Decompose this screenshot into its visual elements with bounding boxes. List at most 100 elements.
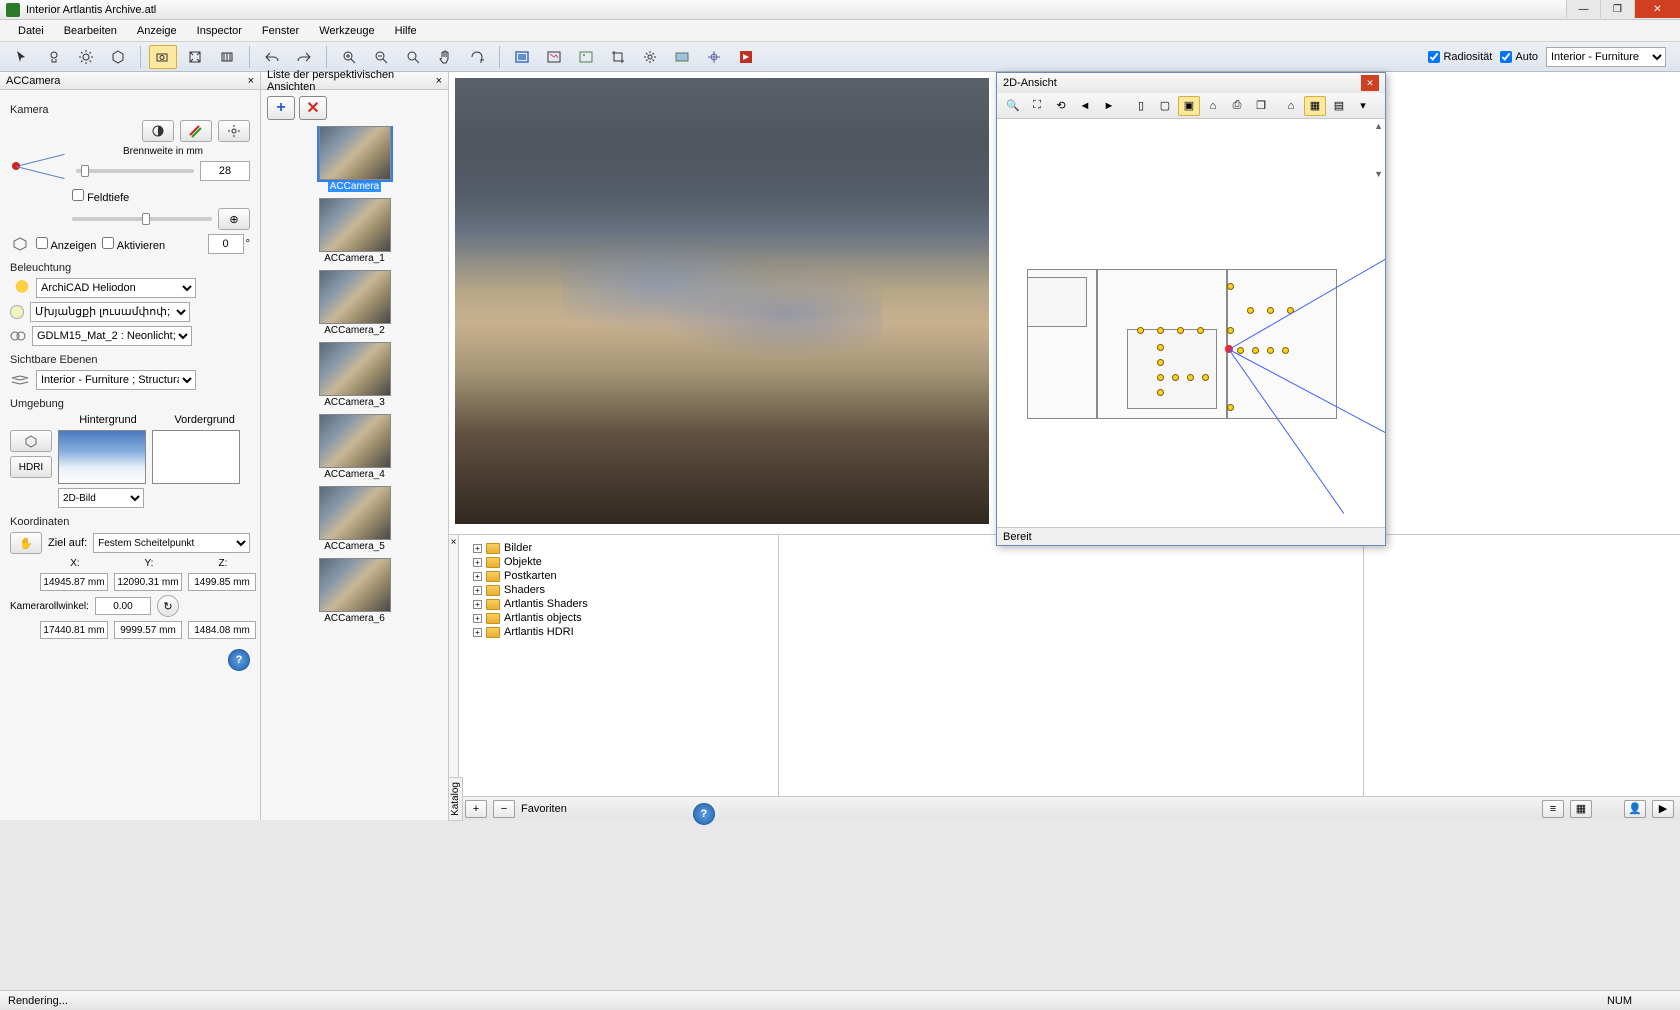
expand-icon[interactable]: +: [473, 628, 482, 637]
view-list-button[interactable]: ≡: [1542, 800, 1564, 818]
fav-add-button[interactable]: +: [465, 800, 487, 818]
menu-inspector[interactable]: Inspector: [187, 22, 252, 40]
view-item[interactable]: ACCamera: [271, 126, 438, 192]
view-item[interactable]: ACCamera_1: [271, 198, 438, 264]
preview-person-button[interactable]: 👤: [1624, 800, 1646, 818]
tree-item[interactable]: +Objekte: [465, 555, 772, 569]
menu-anzeige[interactable]: Anzeige: [127, 22, 187, 40]
2d-more-button[interactable]: ▾: [1352, 96, 1374, 116]
2d-view-button[interactable]: ▣: [1178, 96, 1200, 116]
background-thumb[interactable]: [58, 430, 146, 484]
expand-icon[interactable]: +: [473, 586, 482, 595]
2d-overlay-button[interactable]: ▦: [1304, 96, 1326, 116]
2d-view-titlebar[interactable]: 2D-Ansicht ✕: [997, 73, 1385, 93]
close-button[interactable]: ✕: [1634, 0, 1680, 18]
settings-button[interactable]: [636, 45, 664, 69]
color-button[interactable]: [180, 120, 212, 142]
tree-item[interactable]: +Artlantis objects: [465, 611, 772, 625]
2d-grid-button[interactable]: ▤: [1328, 96, 1350, 116]
2d-home-button[interactable]: ⌂: [1202, 96, 1224, 116]
radiosity-checkbox[interactable]: Radiosität: [1428, 51, 1492, 63]
target-select[interactable]: Festem Scheitelpunkt: [93, 533, 250, 553]
dof-target-button[interactable]: ⊕: [218, 208, 250, 230]
undo-button[interactable]: [258, 45, 286, 69]
show-checkbox[interactable]: Anzeigen: [36, 237, 96, 252]
batch-render-button[interactable]: [732, 45, 760, 69]
hdri-button[interactable]: HDRI: [10, 456, 52, 478]
foreground-thumb[interactable]: [152, 430, 240, 484]
camera-panel-close[interactable]: ×: [248, 75, 254, 87]
2d-zoom-button[interactable]: 🔍: [1002, 96, 1024, 116]
light-group-select[interactable]: Մխյանցքի լուսամփոփ; Մխյանցք...: [30, 302, 190, 322]
fav-remove-button[interactable]: −: [493, 800, 515, 818]
gear-button[interactable]: [218, 120, 250, 142]
roll-input[interactable]: [95, 597, 151, 615]
zoom-tool[interactable]: [399, 45, 427, 69]
focal-input[interactable]: [200, 161, 250, 181]
crop-button[interactable]: [604, 45, 632, 69]
view-item[interactable]: ACCamera_2: [271, 270, 438, 336]
zoom-in-button[interactable]: [335, 45, 363, 69]
minimize-button[interactable]: —: [1566, 0, 1600, 18]
camera-tool[interactable]: [149, 45, 177, 69]
2d-print-button[interactable]: ⎙: [1226, 96, 1248, 116]
sun-tool[interactable]: [72, 45, 100, 69]
coord-x2[interactable]: [40, 621, 108, 639]
menu-werkzeuge[interactable]: Werkzeuge: [309, 22, 384, 40]
expand-icon[interactable]: +: [473, 614, 482, 623]
help-button[interactable]: ?: [228, 649, 250, 671]
tone-button[interactable]: [142, 120, 174, 142]
dof-checkbox[interactable]: Feldtiefe: [72, 189, 129, 204]
expand-icon[interactable]: +: [473, 558, 482, 567]
view-thumb[interactable]: [319, 414, 391, 468]
view-thumb[interactable]: [319, 558, 391, 612]
render-preset-select[interactable]: Interior - Furniture: [1546, 47, 1666, 67]
panorama-tool[interactable]: [213, 45, 241, 69]
postcard-button[interactable]: [668, 45, 696, 69]
heliodon-select[interactable]: ArchiCAD Heliodon: [36, 278, 196, 298]
2d-autofit-button[interactable]: ⟲: [1050, 96, 1072, 116]
render-button[interactable]: [508, 45, 536, 69]
parallel-tool[interactable]: [181, 45, 209, 69]
maximize-button[interactable]: ❐: [1600, 0, 1634, 18]
coord-x[interactable]: [40, 573, 108, 591]
roll-reset-button[interactable]: ↻: [157, 595, 179, 617]
view-thumb[interactable]: [319, 198, 391, 252]
tree-item[interactable]: +Postkarten: [465, 569, 772, 583]
zoom-out-button[interactable]: [367, 45, 395, 69]
focal-slider[interactable]: [76, 169, 194, 173]
2d-copy-button[interactable]: ❐: [1250, 96, 1272, 116]
views-panel-close[interactable]: ×: [436, 75, 442, 87]
2d-prev-button[interactable]: ◄: [1074, 96, 1096, 116]
expand-icon[interactable]: +: [473, 544, 482, 553]
coord-y[interactable]: [114, 573, 182, 591]
laser-button[interactable]: [700, 45, 728, 69]
tree-item[interactable]: +Bilder: [465, 541, 772, 555]
layers-select[interactable]: Interior - Furniture ; Structural - B...: [36, 370, 196, 390]
bg-type-select[interactable]: 2D-Bild: [58, 488, 144, 508]
tree-item[interactable]: +Artlantis HDRI: [465, 625, 772, 639]
shader-select[interactable]: GDLM15_Mat_2 : Neonlicht; Brick-...: [32, 326, 192, 346]
pan-tool[interactable]: [431, 45, 459, 69]
view-item[interactable]: ACCamera_3: [271, 342, 438, 408]
tree-item[interactable]: +Artlantis Shaders: [465, 597, 772, 611]
menu-bearbeiten[interactable]: Bearbeiten: [54, 22, 127, 40]
view-thumb[interactable]: [319, 486, 391, 540]
katalog-tab[interactable]: Katalog: [448, 777, 463, 821]
menu-fenster[interactable]: Fenster: [252, 22, 309, 40]
2d-home2-button[interactable]: ⌂: [1280, 96, 1302, 116]
view-thumb[interactable]: [319, 126, 391, 180]
expand-icon[interactable]: +: [473, 572, 482, 581]
delete-view-button[interactable]: ✕: [299, 96, 327, 120]
view-item[interactable]: ACCamera_5: [271, 486, 438, 552]
2d-canvas[interactable]: ▲ ▼: [997, 119, 1385, 527]
menu-datei[interactable]: Datei: [8, 22, 54, 40]
view-thumb[interactable]: [319, 270, 391, 324]
tree-item[interactable]: +Shaders: [465, 583, 772, 597]
insert-media-button[interactable]: [572, 45, 600, 69]
2d-level-button[interactable]: ▢: [1154, 96, 1176, 116]
add-view-button[interactable]: +: [267, 96, 295, 120]
expand-icon[interactable]: +: [473, 600, 482, 609]
2d-next-button[interactable]: ►: [1098, 96, 1120, 116]
catalog-help-button[interactable]: ?: [693, 803, 715, 825]
